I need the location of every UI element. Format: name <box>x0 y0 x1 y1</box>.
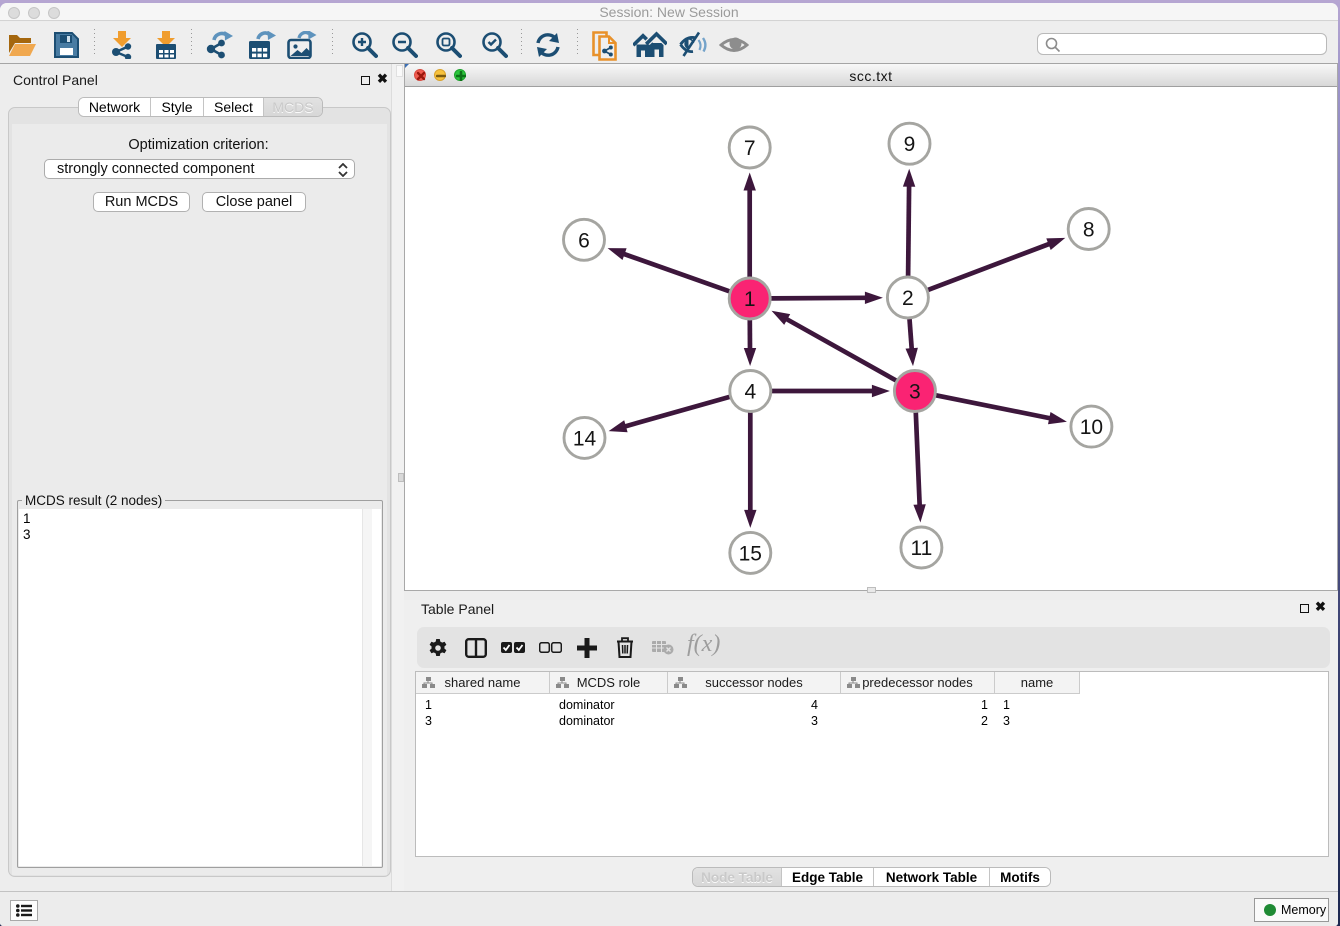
svg-text:6: 6 <box>578 229 590 252</box>
svg-text:4: 4 <box>744 381 756 404</box>
svg-text:10: 10 <box>1080 416 1103 439</box>
svg-text:11: 11 <box>910 537 932 560</box>
svg-text:9: 9 <box>904 133 916 156</box>
svg-text:15: 15 <box>739 542 762 565</box>
svg-text:3: 3 <box>909 381 921 404</box>
svg-text:8: 8 <box>1083 219 1095 242</box>
svg-text:7: 7 <box>744 137 756 160</box>
svg-text:14: 14 <box>573 427 597 450</box>
svg-text:1: 1 <box>744 288 756 311</box>
svg-text:2: 2 <box>902 287 914 310</box>
